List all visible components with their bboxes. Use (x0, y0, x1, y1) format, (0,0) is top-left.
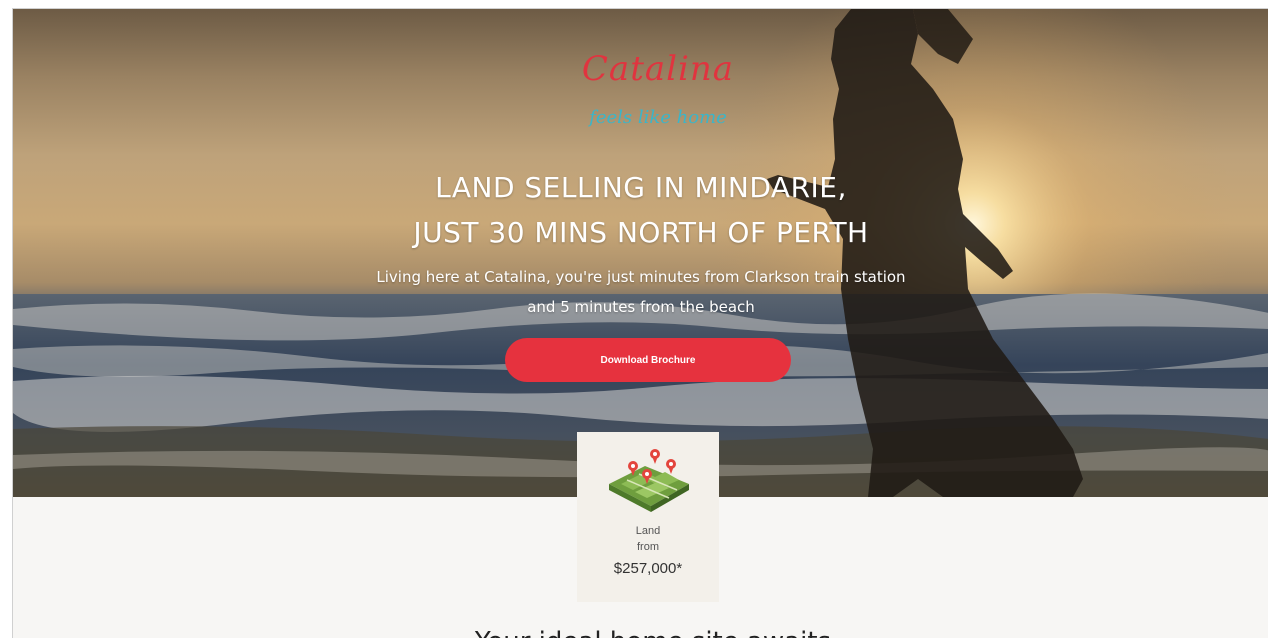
hero-subtext-line1: Living here at Catalina, you're just min… (376, 268, 906, 286)
price-card-value: $257,000* (613, 560, 683, 577)
download-brochure-button[interactable]: Download Brochure (505, 338, 791, 382)
hero-subtext-line2: and 5 minutes from the beach (527, 298, 755, 316)
price-card-label-land: Land (635, 525, 661, 537)
hero-headline-line2: JUST 30 MINS NORTH OF PERTH (413, 216, 869, 249)
landing-page: Catalina feels like home LAND SELLING IN… (12, 8, 1268, 638)
land-price-card[interactable]: Land from $257,000* (577, 432, 719, 602)
logo-tagline: feels like home (589, 107, 727, 128)
catalina-logo[interactable]: Catalina (573, 49, 743, 89)
next-section-heading: Your ideal home site awaits (413, 627, 893, 638)
hero-banner: Catalina feels like home LAND SELLING IN… (13, 9, 1268, 497)
price-card-label-from: from (637, 541, 659, 553)
land-map-icon (609, 449, 689, 512)
hero-headline-line1: LAND SELLING IN MINDARIE, (435, 171, 847, 204)
hero-content: Catalina feels like home LAND SELLING IN… (13, 9, 1268, 497)
